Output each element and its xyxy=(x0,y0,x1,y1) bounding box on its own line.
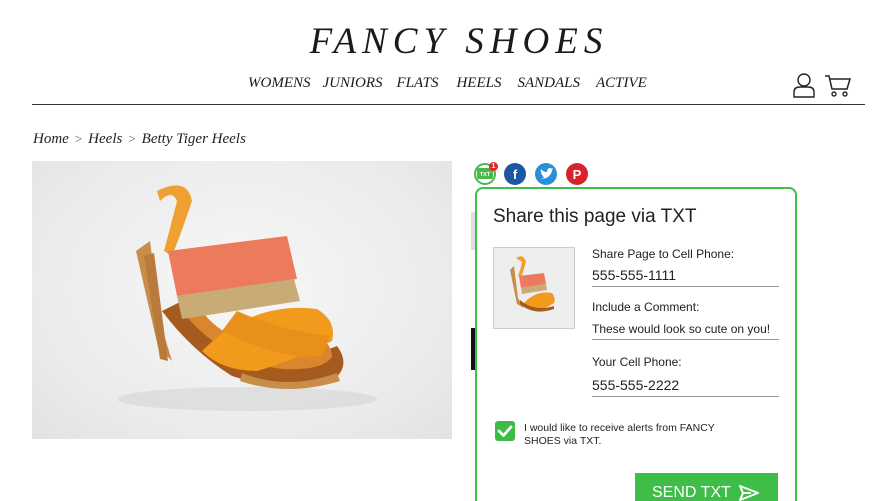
main-nav: WOMENS JUNIORS FLATS HEELS SANDALS ACTIV… xyxy=(248,75,647,92)
share-phone-input[interactable]: 555-555-1111 xyxy=(592,267,779,287)
breadcrumb: Home > Heels > Betty Tiger Heels xyxy=(33,131,246,148)
nav-item-heels[interactable]: HEELS xyxy=(456,75,501,92)
user-icon[interactable] xyxy=(792,72,816,98)
sandal-illustration xyxy=(117,185,377,411)
nav-item-juniors[interactable]: JUNIORS xyxy=(323,75,383,92)
breadcrumb-home[interactable]: Home xyxy=(33,131,69,148)
facebook-icon: f xyxy=(512,166,518,182)
pinterest-icon: P xyxy=(572,166,582,182)
nav-item-womens[interactable]: WOMENS xyxy=(248,75,311,92)
your-phone-input[interactable]: 555-555-2222 xyxy=(592,377,779,397)
comment-label: Include a Comment: xyxy=(592,300,700,314)
txt-share-button[interactable]: TXT 1 xyxy=(474,162,498,185)
product-thumbnail xyxy=(493,247,575,329)
sandal-thumbnail-illustration xyxy=(494,248,574,328)
twitter-share-button[interactable] xyxy=(535,163,557,185)
checkmark-icon xyxy=(497,425,513,437)
breadcrumb-separator: > xyxy=(128,131,136,146)
opt-in-checkbox[interactable] xyxy=(495,421,515,441)
nav-item-sandals[interactable]: SANDALS xyxy=(517,75,580,92)
send-txt-button[interactable]: SEND TXT xyxy=(635,473,778,501)
your-phone-label: Your Cell Phone: xyxy=(592,355,682,369)
popup-title: Share this page via TXT xyxy=(493,206,697,227)
header-divider xyxy=(32,104,865,105)
breadcrumb-current: Betty Tiger Heels xyxy=(141,131,246,147)
pinterest-share-button[interactable]: P xyxy=(566,163,588,185)
breadcrumb-heels[interactable]: Heels xyxy=(88,131,122,148)
nav-item-active[interactable]: ACTIVE xyxy=(596,75,647,92)
product-image[interactable] xyxy=(32,161,452,439)
send-txt-label: SEND TXT xyxy=(652,484,731,501)
txt-icon-label: TXT xyxy=(480,172,491,178)
breadcrumb-separator: > xyxy=(74,131,83,146)
nav-item-flats[interactable]: FLATS xyxy=(397,75,439,92)
brand-logo[interactable]: FANCY SHOES xyxy=(0,20,890,63)
opt-in-label: I would like to receive alerts from FANC… xyxy=(524,422,715,447)
comment-input[interactable]: These would look so cute on you! xyxy=(592,322,779,340)
send-arrow-icon xyxy=(739,485,759,501)
notification-badge: 1 xyxy=(489,162,498,171)
share-phone-label: Share Page to Cell Phone: xyxy=(592,247,735,261)
facebook-share-button[interactable]: f xyxy=(504,163,526,185)
twitter-icon xyxy=(540,167,554,179)
share-via-txt-popup: Share this page via TXT Share Page to Ce… xyxy=(475,187,797,501)
cart-icon[interactable] xyxy=(824,74,852,98)
